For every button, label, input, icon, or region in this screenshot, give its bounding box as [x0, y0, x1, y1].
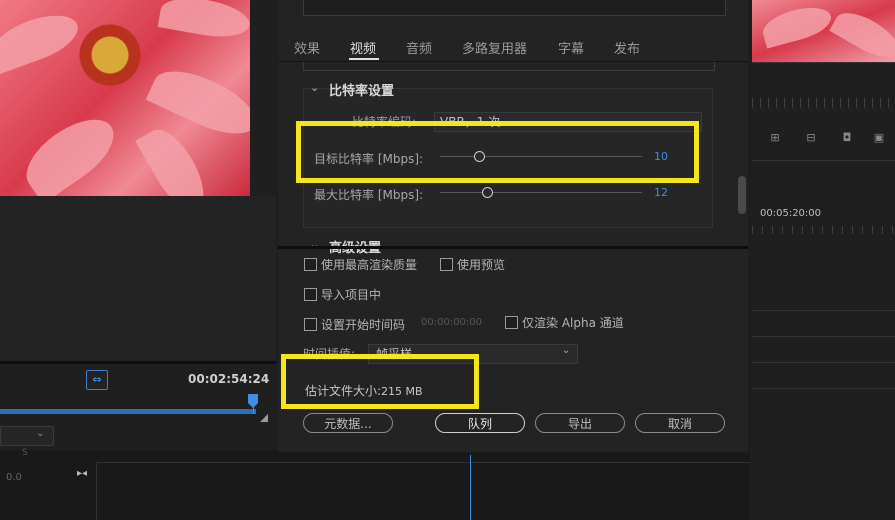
- track-label: S: [22, 448, 28, 458]
- divider: [752, 62, 895, 63]
- chevron-down-icon[interactable]: ⌄: [310, 238, 319, 251]
- track-divider: [752, 362, 895, 363]
- program-ruler: [752, 98, 895, 108]
- max-render-quality-label: 使用最高渲染质量: [321, 258, 418, 272]
- chevron-down-icon: ⌄: [562, 345, 571, 356]
- camera-icon[interactable]: ◘: [838, 131, 856, 145]
- extract-icon[interactable]: ⊟: [802, 131, 820, 145]
- chevron-down-icon: ⌄: [36, 428, 45, 439]
- source-timeline-bar[interactable]: [0, 409, 256, 414]
- max-bitrate-value[interactable]: 12: [654, 186, 668, 199]
- tab-video[interactable]: 视频: [350, 38, 376, 57]
- max-bitrate-slider-thumb[interactable]: [482, 187, 493, 198]
- track-header-divider: [96, 462, 97, 520]
- start-timecode-field[interactable]: 00:00:00:00: [421, 317, 482, 328]
- cancel-button[interactable]: 取消: [635, 413, 725, 433]
- max-render-quality-checkbox[interactable]: [304, 258, 317, 271]
- track-divider: [752, 388, 895, 389]
- highlight-box-file-size: [281, 354, 479, 409]
- max-bitrate-slider-track[interactable]: [440, 192, 642, 193]
- out-point-marker-icon: [260, 414, 268, 422]
- program-preview-image: [752, 0, 895, 62]
- tab-publish[interactable]: 发布: [614, 38, 640, 57]
- track-divider: [752, 336, 895, 337]
- program-timecode: 00:05:20:00: [760, 208, 822, 219]
- set-start-timecode-label: 设置开始时间码: [321, 318, 406, 332]
- use-previews-label: 使用预览: [457, 258, 506, 272]
- summary-box: [303, 0, 726, 16]
- export-button[interactable]: 导出: [535, 413, 625, 433]
- settings-scrollbar[interactable]: [738, 176, 746, 214]
- active-tab-indicator: [349, 58, 379, 60]
- panel-divider: [0, 361, 276, 364]
- timeline-playhead-line: [470, 455, 471, 520]
- source-preview-image: [0, 0, 250, 196]
- fit-frame-icon[interactable]: ⇔: [86, 370, 108, 390]
- previous-section-box: [303, 62, 715, 71]
- tab-captions[interactable]: 字幕: [558, 38, 584, 57]
- source-monitor-empty-area: [0, 196, 276, 361]
- track-divider: [752, 310, 895, 311]
- source-zoom-dropdown[interactable]: [0, 426, 54, 446]
- use-previews-checkbox[interactable]: [440, 258, 453, 271]
- set-start-timecode-checkbox[interactable]: [304, 318, 317, 331]
- render-alpha-only-checkbox[interactable]: [505, 316, 518, 329]
- tab-audio[interactable]: 音频: [406, 38, 432, 57]
- metadata-button[interactable]: 元数据...: [303, 413, 393, 433]
- queue-button[interactable]: 队列: [435, 413, 525, 433]
- render-alpha-only-label: 仅渲染 Alpha 通道: [522, 316, 624, 330]
- tab-multiplexer[interactable]: 多路复用器: [462, 38, 527, 57]
- compare-icon[interactable]: ▣: [870, 131, 888, 145]
- dialog-divider: [278, 246, 748, 249]
- track-marker-icon: ▸◂: [77, 468, 88, 479]
- program-monitor-panel: [750, 0, 895, 520]
- divider: [752, 160, 895, 161]
- highlight-box-target-bitrate: [296, 121, 699, 183]
- source-timecode: 00:02:54:24: [188, 372, 270, 386]
- tab-effects[interactable]: 效果: [294, 38, 320, 57]
- timeline-ruler: [752, 226, 895, 234]
- lift-icon[interactable]: ⊞: [766, 131, 784, 145]
- chevron-down-icon[interactable]: ⌄: [310, 81, 319, 94]
- import-into-project-label: 导入项目中: [321, 288, 382, 302]
- max-bitrate-label: 最大比特率 [Mbps]:: [314, 188, 424, 202]
- import-into-project-checkbox[interactable]: [304, 288, 317, 301]
- bitrate-section-title[interactable]: 比特率设置: [329, 80, 394, 99]
- track-volume-label: 0.0: [6, 472, 22, 483]
